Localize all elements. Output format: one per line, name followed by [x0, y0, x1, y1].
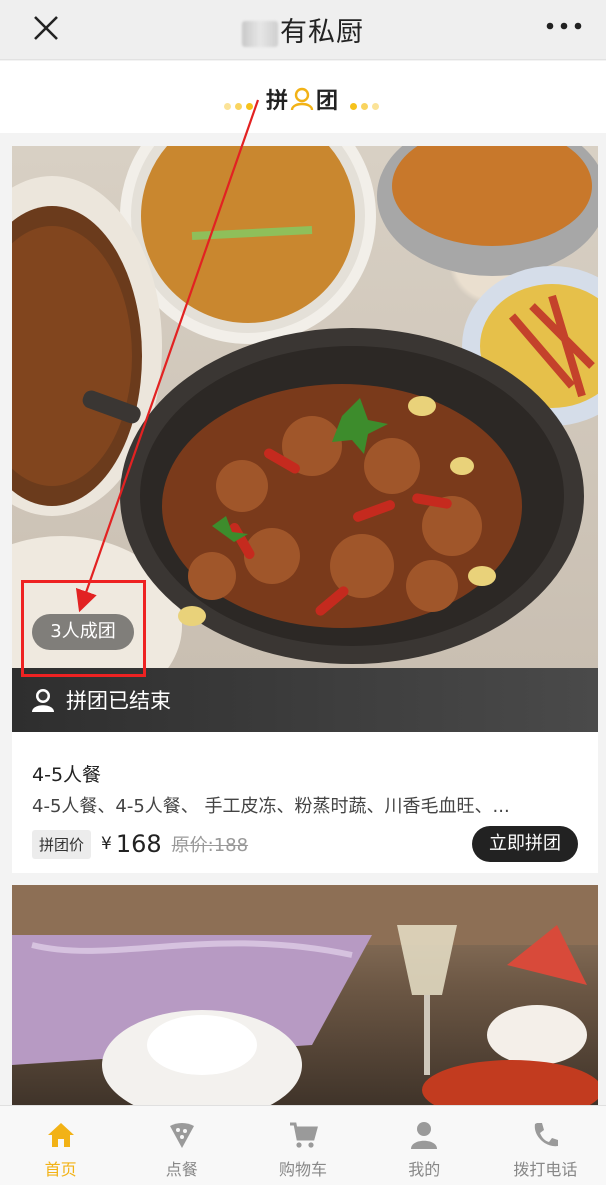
group-price-tag: 拼团价 [32, 829, 92, 859]
tab-label: 点餐 [165, 1160, 198, 1179]
group-ended-text: 拼团已结束 [66, 689, 171, 713]
nav-bar: 有私厨 [0, 0, 606, 60]
group-person-icon [290, 87, 314, 111]
group-ended-bar: 拼团已结束 [12, 668, 598, 732]
tab-label: 我的 [408, 1160, 441, 1179]
cart-icon [290, 1122, 318, 1148]
tab-home[interactable]: 首页 [0, 1106, 121, 1185]
group-deal-card[interactable]: 3人成团 拼团已结束 4-5人餐 4-5人餐、4-5人餐、 手工皮冻、粉蒸时蔬、… [12, 146, 598, 873]
tab-label: 购物车 [279, 1160, 328, 1179]
group-buy-header: 拼 团 [0, 61, 606, 133]
original-price: 原价:188 [171, 835, 249, 856]
annotation-highlight-box [21, 580, 146, 677]
dish-photo-2 [12, 885, 598, 1107]
tab-profile[interactable]: 我的 [364, 1106, 485, 1185]
tab-label: 拨打电话 [513, 1160, 578, 1179]
deal-name: 4-5人餐 [32, 764, 102, 786]
group-price: 168 [115, 830, 162, 858]
tab-label: 首页 [44, 1160, 77, 1179]
more-icon[interactable] [546, 18, 582, 34]
tab-order[interactable]: 点餐 [121, 1106, 242, 1185]
deal-info: 4-5人餐 4-5人餐、4-5人餐、 手工皮冻、粉蒸时蔬、川香毛血旺、... 拼… [12, 732, 598, 873]
join-group-button[interactable]: 立即拼团 [472, 826, 578, 862]
group-deal-card-2[interactable] [12, 885, 598, 1107]
blurred-title-prefix [242, 20, 278, 47]
price-row: 拼团价 ¥ 168 原价:188 [32, 828, 248, 860]
deal-description: 4-5人餐、4-5人餐、 手工皮冻、粉蒸时蔬、川香毛血旺、... [32, 796, 510, 817]
person-icon [411, 1122, 438, 1149]
pizza-icon [169, 1123, 194, 1148]
group-buy-title: 拼 团 [266, 87, 339, 114]
home-icon [47, 1123, 74, 1147]
phone-icon [535, 1123, 559, 1147]
dots-decoration-right [350, 95, 390, 110]
page-title: 有私厨 [0, 10, 606, 49]
currency-symbol: ¥ [101, 834, 112, 854]
tab-call[interactable]: 拨打电话 [485, 1106, 606, 1185]
tab-cart[interactable]: 购物车 [242, 1106, 363, 1185]
bottom-tab-bar: 首页 点餐 购物车 我的 拨打电话 [0, 1105, 606, 1185]
person-icon [32, 689, 54, 712]
dots-decoration-left [224, 95, 264, 110]
